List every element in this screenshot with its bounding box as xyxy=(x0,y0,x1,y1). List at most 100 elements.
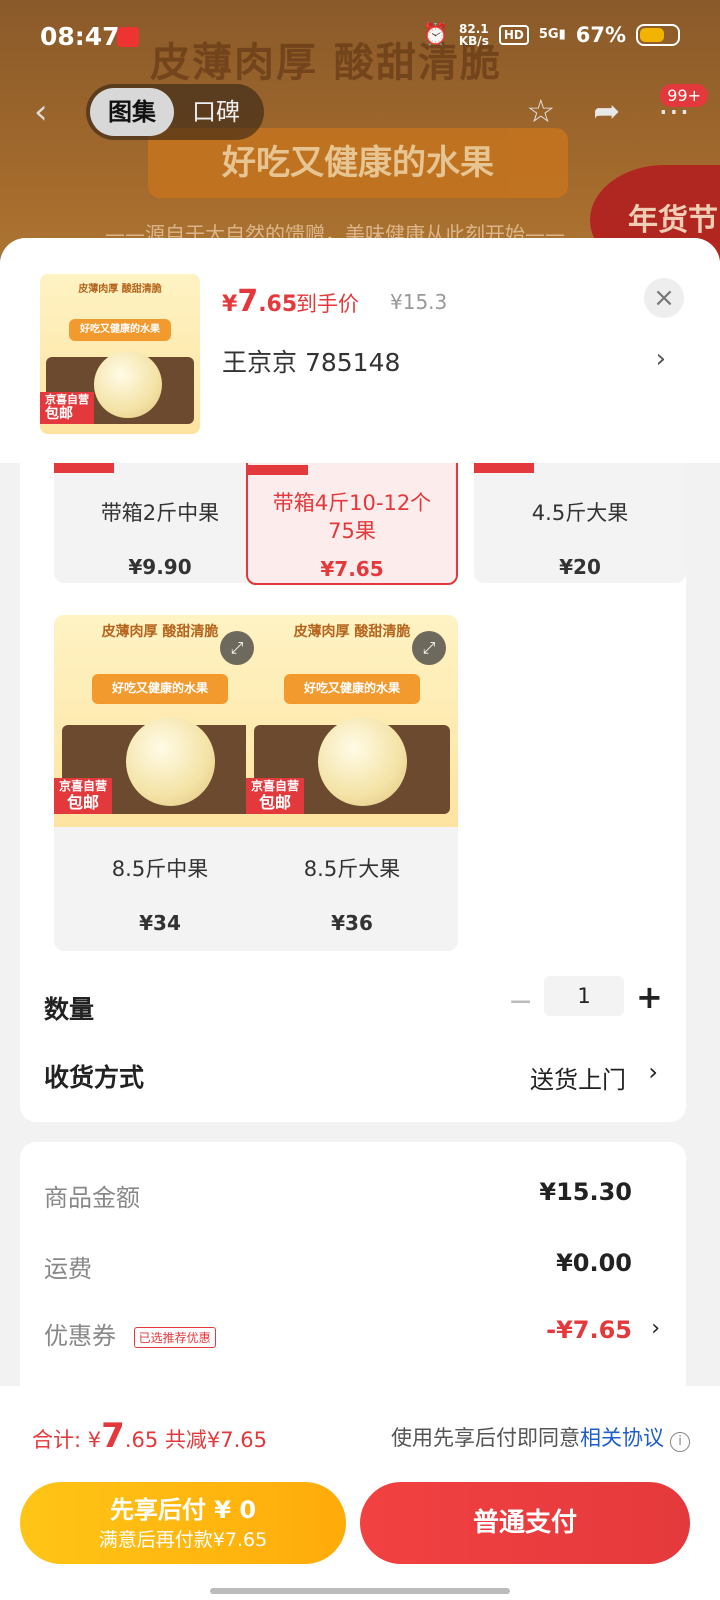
share-icon[interactable]: ➦ xyxy=(593,92,620,130)
thumb-tag-line2: 包邮 xyxy=(45,406,73,423)
total-discount: 共减¥7.65 xyxy=(164,1428,268,1452)
media-tabs: 图集 口碑 xyxy=(86,84,264,140)
price-integer: 7 xyxy=(237,284,259,319)
alarm-icon: ⏰ xyxy=(422,22,449,46)
thumb-title: 皮薄肉厚 酸甜清脆 xyxy=(78,284,162,295)
variant-name: 8.5斤中果 xyxy=(111,857,209,881)
checkout-footer: 合计: ¥7.65 共减¥7.65 使用先享后付即同意相关协议 i 先享后付 ¥ … xyxy=(0,1386,720,1600)
original-price: ¥15.3 xyxy=(390,290,448,314)
hd-icon: HD xyxy=(498,24,529,45)
variant-image-ribbon: 好吃又健康的水果 xyxy=(92,674,228,705)
pay-later-button[interactable]: 先享后付 ¥ 0 满意后再付款¥7.65 xyxy=(20,1482,346,1564)
final-price: ¥7.65 xyxy=(222,284,297,319)
expand-icon[interactable]: ⤢ xyxy=(220,631,254,665)
thumb-tag-line1: 京喜自营 xyxy=(45,392,89,406)
variant-tag-line2: 包邮 xyxy=(67,792,100,812)
fee-row-shipping: 运费 ¥0.00 xyxy=(44,1249,632,1284)
normal-pay-button[interactable]: 普通支付 xyxy=(360,1482,690,1564)
variant-image-tag: 京喜自营 包邮 xyxy=(246,778,305,815)
total-price: 合计: ¥7.65 共减¥7.65 xyxy=(32,1416,267,1456)
variant-image-ribbon: 好吃又健康的水果 xyxy=(284,674,420,705)
apple-image xyxy=(126,716,216,806)
back-arrow-icon[interactable]: ‹ xyxy=(34,92,48,132)
fee-label: 运费 xyxy=(44,1255,92,1283)
variant-name: 8.5斤大果 xyxy=(303,857,401,881)
status-time: 08:47 xyxy=(40,22,120,51)
delivery-address[interactable]: 王京京 785148 xyxy=(222,343,400,379)
fee-label: 优惠券 xyxy=(44,1322,116,1350)
variant-option[interactable]: 4.5斤大果 ¥20 xyxy=(474,463,686,583)
signal-label: 5G xyxy=(538,27,559,42)
price-breakdown: 商品金额 ¥15.30 运费 ¥0.00 优惠券 已选推荐优惠 -¥7.65 › xyxy=(20,1142,686,1402)
variant-option[interactable]: 皮薄肉厚 酸甜清脆 好吃又健康的水果 京喜自营 包邮 ⤢ 8.5斤大果 ¥36 xyxy=(246,615,458,951)
thumb-ribbon: 好吃又健康的水果 xyxy=(68,318,172,342)
shipping-value: 送货上门 xyxy=(530,1066,626,1094)
price-decimal: .65 xyxy=(258,292,298,317)
signal-icon: 5G▮ xyxy=(538,27,566,42)
agreement-notice: 使用先享后付即同意相关协议 i xyxy=(391,1422,690,1452)
final-price-label: 到手价 xyxy=(296,292,359,316)
fee-value: ¥15.30 xyxy=(539,1178,632,1206)
shipping-method-row[interactable]: 收货方式 送货上门 › xyxy=(20,1048,686,1122)
fee-value: -¥7.65 xyxy=(546,1316,632,1344)
variant-option[interactable]: 带箱2斤中果 ¥9.90 xyxy=(54,463,266,583)
home-indicator[interactable] xyxy=(210,1588,510,1594)
sheet-header: 皮薄肉厚 酸甜清脆 好吃又健康的水果 京喜自营 包邮 ¥7.65 到手价 ¥15… xyxy=(0,238,720,463)
fee-label: 商品金额 xyxy=(44,1184,140,1212)
agreement-link[interactable]: 相关协议 xyxy=(580,1426,664,1450)
agreement-text: 使用先享后付即同意 xyxy=(391,1426,580,1450)
chevron-right-icon: › xyxy=(648,1058,658,1086)
variant-price: ¥34 xyxy=(139,911,181,935)
variant-price: ¥9.90 xyxy=(128,555,192,579)
total-symbol: ¥ xyxy=(87,1428,102,1452)
battery-percent: 67% xyxy=(575,22,626,47)
decrease-button[interactable]: − xyxy=(508,984,533,1019)
tab-gallery[interactable]: 图集 xyxy=(90,88,174,136)
close-button[interactable]: × xyxy=(644,278,684,318)
quantity-row: 数量 − 1 + xyxy=(20,968,686,1048)
pay-later-subtitle: 满意后再付款¥7.65 xyxy=(98,1529,268,1551)
thumb-tag: 京喜自营 包邮 xyxy=(40,391,94,425)
price-symbol: ¥ xyxy=(222,292,238,317)
variant-name: 4.5斤大果 xyxy=(531,501,629,525)
variant-tag-line1: 京喜自营 xyxy=(59,779,108,794)
favorite-star-icon[interactable]: ☆ xyxy=(527,92,556,130)
tab-reviews[interactable]: 口碑 xyxy=(174,88,258,136)
network-speed: 82.1 KB/s xyxy=(459,23,489,47)
quantity-label: 数量 xyxy=(44,995,95,1024)
fee-row-coupon[interactable]: 优惠券 已选推荐优惠 -¥7.65 xyxy=(44,1316,632,1351)
fee-row-goods: 商品金额 ¥15.30 xyxy=(44,1178,632,1213)
fee-value: ¥0.00 xyxy=(556,1249,632,1277)
notification-badge: 99+ xyxy=(660,84,708,107)
apple-image xyxy=(318,716,408,806)
variant-tag-line1: 京喜自营 xyxy=(251,779,300,794)
total-integer: 7 xyxy=(101,1416,125,1456)
total-decimal: .65 xyxy=(124,1428,159,1452)
product-thumbnail[interactable]: 皮薄肉厚 酸甜清脆 好吃又健康的水果 京喜自营 包邮 xyxy=(40,274,200,434)
coupon-tag: 已选推荐优惠 xyxy=(133,1326,216,1348)
variant-grid: 带箱2斤中果 ¥9.90 带箱4斤10-12个75果 ¥7.65 4.5斤大果 … xyxy=(20,463,686,968)
variant-price: ¥36 xyxy=(331,911,373,935)
battery-icon xyxy=(636,23,680,46)
variant-option[interactable]: 皮薄肉厚 酸甜清脆 好吃又健康的水果 京喜自营 包邮 ⤢ 8.5斤中果 ¥34 xyxy=(54,615,266,951)
increase-button[interactable]: + xyxy=(636,978,663,1016)
variant-option-selected[interactable]: 带箱4斤10-12个75果 ¥7.65 xyxy=(246,463,458,585)
net-speed-unit: KB/s xyxy=(458,33,489,48)
total-label: 合计: xyxy=(32,1428,88,1452)
shipping-label: 收货方式 xyxy=(44,1063,145,1092)
quantity-input[interactable]: 1 xyxy=(544,976,624,1016)
info-icon[interactable]: i xyxy=(670,1432,690,1452)
status-bar: 08:47 ⏰ 82.1 KB/s HD 5G▮ 67% xyxy=(0,0,720,76)
variant-name: 带箱4斤10-12个75果 xyxy=(272,491,432,543)
pay-later-title: 先享后付 ¥ 0 xyxy=(109,1496,257,1524)
apple-image xyxy=(94,350,162,418)
expand-icon[interactable]: ⤢ xyxy=(412,631,446,665)
variant-tag-line2: 包邮 xyxy=(259,792,292,812)
address-chevron-icon[interactable]: › xyxy=(656,344,666,374)
status-icons: ⏰ 82.1 KB/s HD 5G▮ 67% xyxy=(423,22,680,47)
variant-image-tag: 京喜自营 包邮 xyxy=(54,778,113,815)
variant-price: ¥20 xyxy=(559,555,601,579)
variant-price: ¥7.65 xyxy=(320,557,384,581)
coupon-chevron-icon[interactable]: › xyxy=(651,1316,660,1341)
app-notification-icon xyxy=(117,27,139,47)
